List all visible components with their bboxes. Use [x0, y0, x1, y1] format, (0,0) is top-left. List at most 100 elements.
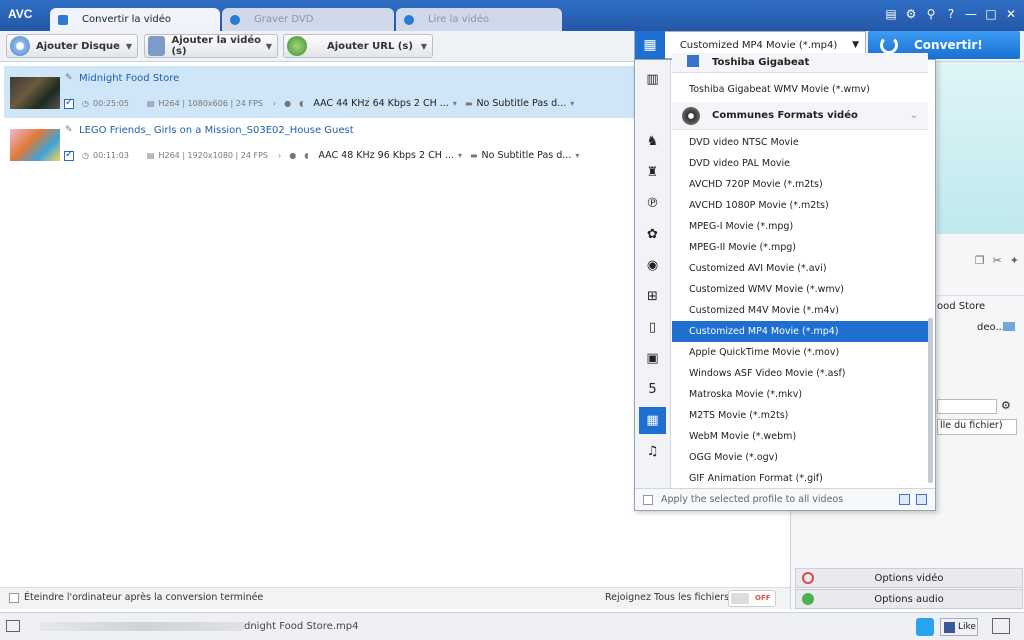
join-toggle[interactable]: OFF: [728, 590, 776, 607]
tab-convert[interactable]: Convertir la vidéo: [50, 8, 220, 31]
group-title: Toshiba Gigabeat: [712, 57, 810, 68]
help-icon[interactable]: ?: [944, 7, 958, 21]
caret-icon[interactable]: ▾: [570, 99, 574, 108]
file-name[interactable]: LEGO Friends_ Girls on a Mission_S03E02_…: [79, 125, 354, 136]
panel-select[interactable]: [937, 399, 997, 414]
panel-field: [937, 277, 1024, 296]
profile-item-label: Customized MP4 Movie (*.mp4): [689, 326, 839, 337]
status-left-icon[interactable]: [6, 620, 20, 632]
profile-item[interactable]: DVD video PAL Movie: [672, 153, 928, 174]
profile-item[interactable]: Customized M4V Movie (*.m4v): [672, 300, 928, 321]
output-filename[interactable]: ood Store: [937, 301, 985, 312]
phone-icon[interactable]: ▯: [639, 314, 666, 341]
shutdown-checkbox[interactable]: [9, 593, 19, 603]
chevron-down-icon[interactable]: ▼: [266, 42, 272, 51]
edit-icon[interactable]: ✎: [65, 125, 74, 135]
wand-icon[interactable]: ✦: [1010, 254, 1019, 267]
gear-icon[interactable]: ⚙: [904, 7, 918, 21]
chevron-down-icon[interactable]: ▼: [421, 42, 427, 51]
music-icon[interactable]: ♫: [639, 438, 666, 465]
huawei-icon[interactable]: ✿: [639, 221, 666, 248]
profile-item[interactable]: Windows ASF Video Movie (*.asf): [672, 363, 928, 384]
profile-item[interactable]: Customized AVI Movie (*.avi): [672, 258, 928, 279]
maximize-icon[interactable]: □: [984, 7, 998, 21]
tv-icon[interactable]: ▣: [639, 345, 666, 372]
profile-item[interactable]: GIF Animation Format (*.gif): [672, 468, 928, 489]
profile-item[interactable]: Customized WMV Movie (*.wmv): [672, 279, 928, 300]
profile-item-label: Windows ASF Video Movie (*.asf): [689, 368, 846, 379]
video-options-button[interactable]: Options vidéo: [795, 568, 1023, 588]
file-checkbox[interactable]: [64, 97, 74, 109]
profile-item-label: MPEG-I Movie (*.mpg): [689, 221, 794, 232]
lg-icon[interactable]: ◉: [639, 252, 666, 279]
add-disc-button[interactable]: Ajouter Disque ▼: [6, 34, 138, 58]
facebook-like-button[interactable]: Like: [940, 618, 978, 636]
profile-item-label: MPEG-II Movie (*.mpg): [689, 242, 796, 253]
profile-item[interactable]: AVCHD 1080P Movie (*.m2ts): [672, 195, 928, 216]
output-path[interactable]: deo...: [977, 322, 1005, 333]
audio-select[interactable]: AAC 44 KHz 64 Kbps 2 CH ...: [313, 98, 449, 109]
preview-area: [937, 62, 1024, 234]
apply-all[interactable]: Apply the selected profile to all videos: [635, 488, 935, 510]
file-name[interactable]: Midnight Food Store: [79, 73, 179, 84]
add-profile-icon[interactable]: [899, 494, 910, 505]
panel-option-select[interactable]: lle du fichier): [937, 419, 1017, 435]
android-robot-icon[interactable]: ♞: [639, 128, 666, 155]
caret-icon[interactable]: ▾: [575, 151, 579, 160]
profile-item[interactable]: DVD video NTSC Movie: [672, 132, 928, 153]
group-header[interactable]: Communes Formats vidéo ⌄: [672, 102, 928, 130]
remove-profile-icon[interactable]: [916, 494, 927, 505]
file-checkbox[interactable]: [64, 149, 74, 161]
profile-item[interactable]: M2TS Movie (*.m2ts): [672, 405, 928, 426]
profile-item[interactable]: Matroska Movie (*.mkv): [672, 384, 928, 405]
caret-icon[interactable]: ▾: [453, 99, 457, 108]
copy-icon[interactable]: ❐: [975, 254, 985, 267]
close-icon[interactable]: ✕: [1004, 7, 1018, 21]
edit-icon[interactable]: ✎: [65, 73, 74, 83]
add-url-button[interactable]: Ajouter URL (s) ▼: [283, 34, 433, 58]
profile-item[interactable]: OGG Movie (*.ogv): [672, 447, 928, 468]
audio-options-button[interactable]: Options audio: [795, 589, 1023, 609]
app-logo: AVC: [8, 7, 33, 21]
profile-item-label: Toshiba Gigabeat WMV Movie (*.wmv): [689, 84, 870, 95]
windows-icon[interactable]: ⊞: [639, 283, 666, 310]
caret-icon[interactable]: ▾: [458, 151, 462, 160]
panel-toggle-icon[interactable]: [992, 618, 1010, 634]
profile-item[interactable]: WebM Movie (*.webm): [672, 426, 928, 447]
group-header[interactable]: Toshiba Gigabeat: [672, 53, 928, 73]
minimize-icon[interactable]: —: [964, 7, 978, 21]
subtitle-select[interactable]: No Subtitle Pas d...: [482, 150, 572, 161]
tab-burn-dvd[interactable]: Graver DVD: [222, 8, 394, 31]
clock-icon: ◷: [82, 99, 89, 108]
android-icon[interactable]: ♜: [639, 159, 666, 186]
tab-label: Convertir la vidéo: [82, 14, 172, 25]
profile-item[interactable]: MPEG-I Movie (*.mpg): [672, 216, 928, 237]
gear-icon[interactable]: ⚙: [1001, 399, 1011, 412]
tab-play-video[interactable]: Lire la vidéo: [396, 8, 562, 31]
profile-item[interactable]: Toshiba Gigabeat WMV Movie (*.wmv): [672, 79, 928, 100]
profile-item-label: Apple QuickTime Movie (*.mov): [689, 347, 840, 358]
list-icon[interactable]: ▤: [884, 7, 898, 21]
chevron-down-icon[interactable]: ▼: [126, 42, 132, 51]
profile-item[interactable]: Apple QuickTime Movie (*.mov): [672, 342, 928, 363]
subtitle-select[interactable]: No Subtitle Pas d...: [476, 98, 566, 109]
film-icon[interactable]: ▦: [639, 407, 666, 434]
apple-icon[interactable]: [639, 97, 666, 124]
audio-select[interactable]: AAC 48 KHz 96 Kbps 2 CH ...: [318, 150, 454, 161]
profile-item[interactable]: MPEG-II Movie (*.mpg): [672, 237, 928, 258]
profile-item[interactable]: Customized MP4 Movie (*.mp4): [672, 321, 928, 342]
bottom-bar: Éteindre l'ordinateur après la conversio…: [0, 587, 790, 609]
twitter-icon[interactable]: [916, 618, 934, 636]
toggle-label: OFF: [755, 594, 771, 602]
html5-icon[interactable]: 5: [639, 376, 666, 403]
key-icon[interactable]: ⚲: [924, 7, 938, 21]
apply-all-checkbox[interactable]: [643, 494, 653, 505]
group-title: Communes Formats vidéo: [712, 110, 858, 121]
gauge-icon[interactable]: ▥: [639, 66, 666, 93]
folder-icon[interactable]: [1003, 322, 1015, 331]
profile-item[interactable]: AVCHD 720P Movie (*.m2ts): [672, 174, 928, 195]
playstation-icon[interactable]: ℗: [639, 190, 666, 217]
scrollbar[interactable]: [928, 318, 933, 483]
add-video-button[interactable]: Ajouter la vidéo (s) ▼: [144, 34, 278, 58]
scissors-icon[interactable]: ✂: [993, 254, 1002, 267]
